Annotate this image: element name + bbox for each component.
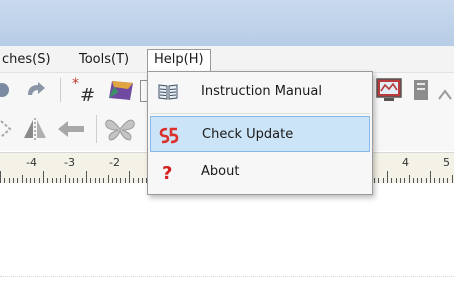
update-icon [159,127,179,144]
ruler-label: 5 [443,156,450,169]
svg-text:*: * [72,77,79,92]
ruler-label: -4 [26,156,37,169]
menu-item-instruction-manual[interactable]: Instruction Manual [150,74,370,110]
menu-switches[interactable]: ches(S) [2,51,51,69]
menu-bar: ches(S) Tools(T) Help(H) [0,46,454,73]
grid-hash-icon[interactable]: *# [70,77,104,103]
menu-item-label: Check Update [202,127,294,142]
ruler-label: 4 [402,156,409,169]
menu-item-about[interactable]: ? About [150,154,370,190]
menu-separator [150,113,370,114]
ruler-label: -3 [64,156,75,169]
ruler-label: -2 [109,156,120,169]
menu-help[interactable]: Help(H) [147,49,211,71]
svg-text:?: ? [162,163,172,181]
svg-text:#: # [80,85,95,103]
align-tool-icon[interactable] [56,119,86,139]
point-tool-icon[interactable] [0,119,14,139]
document-icon[interactable] [411,78,431,102]
extra-tool-icon[interactable] [437,85,454,101]
menu-item-label: Instruction Manual [201,84,322,99]
redo-icon[interactable] [24,81,48,99]
book-icon [158,84,178,100]
undo-icon[interactable] [0,81,14,99]
toolbar-separator [96,115,97,143]
canvas-guide-line [0,276,454,277]
monitor-icon[interactable] [375,77,403,103]
menu-tools[interactable]: Tools(T) [79,51,129,69]
drawing-canvas[interactable] [0,183,454,299]
window-title-bar [0,0,454,46]
toolbar-separator [60,78,61,102]
mirror-tool-icon[interactable] [22,117,48,141]
butterfly-icon[interactable] [104,116,136,142]
help-menu-dropdown: Instruction Manual Check Update ? About [147,71,373,195]
menu-item-label: About [201,164,240,179]
fabric-pattern-icon[interactable] [106,78,136,102]
question-icon: ? [162,163,172,181]
menu-item-check-update[interactable]: Check Update [150,116,370,152]
